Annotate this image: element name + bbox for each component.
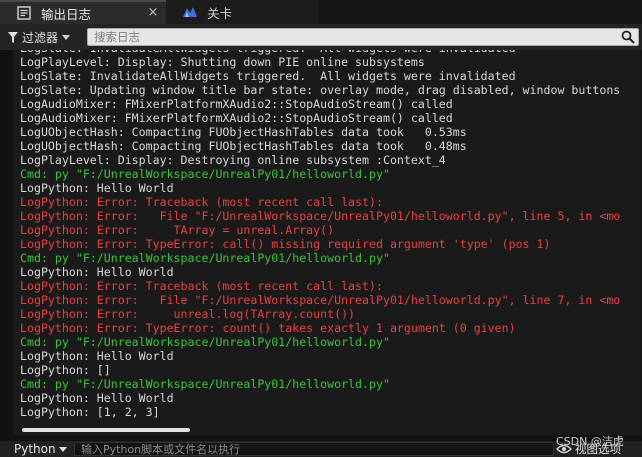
filter-bar: 过滤器 — [0, 24, 642, 50]
tab-bar: 输出日志 × 关卡 — [0, 0, 642, 24]
search-box — [87, 28, 639, 46]
log-line: LogPython: [] — [20, 363, 111, 377]
log-lines: LogSlate: InvalidateAllWidgets triggered… — [20, 50, 620, 419]
log-line: LogPython: Error: TArray = unreal.Array(… — [20, 223, 335, 237]
horizontal-scrollbar-thumb[interactable] — [22, 428, 190, 432]
close-icon[interactable]: × — [146, 6, 160, 20]
command-mode-label: Python — [14, 442, 56, 456]
log-line: Cmd: py "F:/UnrealWorkspace/UnrealPy01/h… — [20, 251, 390, 265]
log-line: LogPython: Hello World — [20, 391, 174, 405]
log-line: LogPython: Error: unreal.log(TArray.coun… — [20, 307, 356, 321]
chevron-down-icon — [58, 446, 67, 452]
filter-dropdown-button[interactable]: 过滤器 — [8, 28, 71, 46]
log-line: LogSlate: InvalidateAllWidgets triggered… — [20, 69, 516, 83]
command-input[interactable] — [74, 442, 554, 456]
log-line: Cmd: py "F:/UnrealWorkspace/UnrealPy01/h… — [20, 377, 390, 391]
log-line: LogUObjectHash: Compacting FUObjectHashT… — [20, 125, 467, 139]
search-icon[interactable] — [621, 30, 635, 44]
command-bar: Python 视图选项 — [0, 441, 642, 457]
log-line: LogPython: Error: TypeError: count() tak… — [20, 321, 516, 335]
log-panel[interactable]: LogSlate: InvalidateAllWidgets triggered… — [13, 50, 641, 435]
log-line: LogUObjectHash: Compacting FUObjectHashT… — [20, 139, 467, 153]
log-line: LogSlate: Updating window title bar stat… — [20, 83, 620, 97]
log-line: LogPython: Error: TypeError: call() miss… — [20, 237, 551, 251]
log-line: LogPython: Error: Traceback (most recent… — [20, 195, 383, 209]
log-line: Cmd: py "F:/UnrealWorkspace/UnrealPy01/h… — [20, 167, 390, 181]
chevron-down-icon — [62, 34, 71, 40]
tab-level[interactable]: 关卡 — [166, 0, 318, 24]
search-input[interactable] — [88, 29, 616, 45]
log-line: LogPython: Hello World — [20, 265, 174, 279]
tab-output-log[interactable]: 输出日志 × — [0, 0, 166, 24]
tab-level-label: 关卡 — [207, 5, 233, 21]
log-line: LogPlayLevel: Display: Destroying online… — [20, 153, 446, 167]
tab-output-log-label: 输出日志 — [41, 6, 92, 22]
funnel-icon — [8, 31, 18, 43]
command-mode-dropdown[interactable]: Python — [14, 441, 67, 457]
filter-label: 过滤器 — [22, 30, 59, 45]
log-line: LogAudioMixer: FMixerPlatformXAudio2::St… — [20, 97, 453, 111]
log-line: Cmd: py "F:/UnrealWorkspace/UnrealPy01/h… — [20, 335, 390, 349]
log-line: LogPlayLevel: Display: Shutting down PIE… — [20, 55, 425, 69]
log-line: LogPython: Error: Traceback (most recent… — [20, 279, 383, 293]
log-line: LogPython: [1, 2, 3] — [20, 405, 160, 419]
watermark: CSDN @洁虎 — [556, 435, 624, 448]
unreal-level-icon — [182, 4, 198, 20]
output-log-icon — [16, 5, 32, 21]
log-line: LogPython: Hello World — [20, 181, 174, 195]
log-line: LogAudioMixer: FMixerPlatformXAudio2::St… — [20, 111, 453, 125]
log-line: LogPython: Hello World — [20, 349, 174, 363]
log-line: LogPython: Error: File "F:/UnrealWorkspa… — [20, 209, 620, 223]
log-line: LogPython: Error: File "F:/UnrealWorkspa… — [20, 293, 620, 307]
